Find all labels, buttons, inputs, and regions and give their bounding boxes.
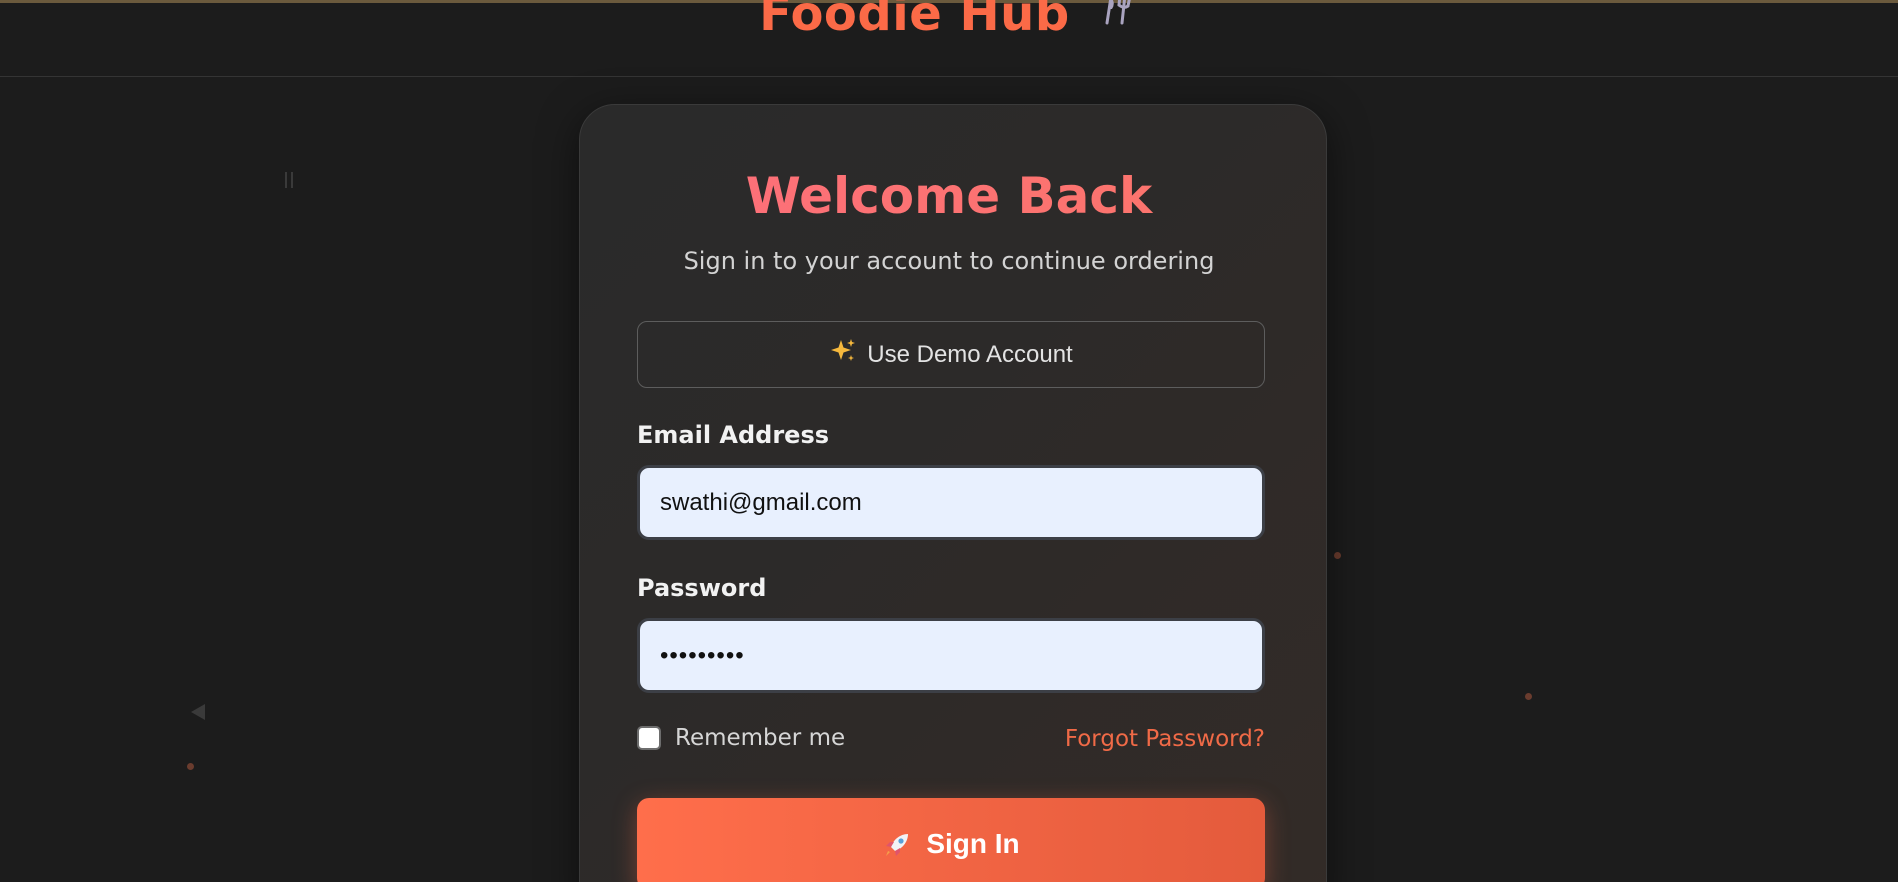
use-demo-account-button[interactable]: Use Demo Account <box>637 321 1265 388</box>
brand-logo[interactable]: Foodie Hub <box>0 0 1898 45</box>
rocket-icon <box>882 830 912 867</box>
remember-me-label[interactable]: Remember me <box>675 725 845 751</box>
top-header: Foodie Hub <box>0 0 1898 77</box>
sign-in-label: Sign In <box>926 828 1020 859</box>
sparkles-icon <box>829 337 857 372</box>
forgot-password-link[interactable]: Forgot Password? <box>1065 726 1265 752</box>
password-label: Password <box>637 574 767 602</box>
email-field[interactable] <box>637 465 1265 540</box>
sign-in-button[interactable]: Sign In <box>637 798 1265 882</box>
decor-triangle-icon <box>191 704 205 720</box>
login-page: Foodie Hub Welcome Back Sign in to your … <box>0 0 1898 882</box>
fork-knife-icon <box>1099 0 1139 41</box>
brand-name: Foodie Hub <box>759 0 1070 42</box>
demo-button-label: Use Demo Account <box>867 340 1073 368</box>
login-title: Welcome Back <box>0 167 1898 225</box>
remember-me-checkbox[interactable] <box>637 726 661 750</box>
password-field[interactable] <box>637 618 1265 693</box>
decor-dot <box>1334 552 1341 559</box>
email-label: Email Address <box>637 421 830 449</box>
remember-me-row: Remember me <box>637 725 845 751</box>
decor-dot <box>187 763 194 770</box>
decor-dot <box>1525 693 1532 700</box>
login-subtitle: Sign in to your account to continue orde… <box>683 247 1215 275</box>
